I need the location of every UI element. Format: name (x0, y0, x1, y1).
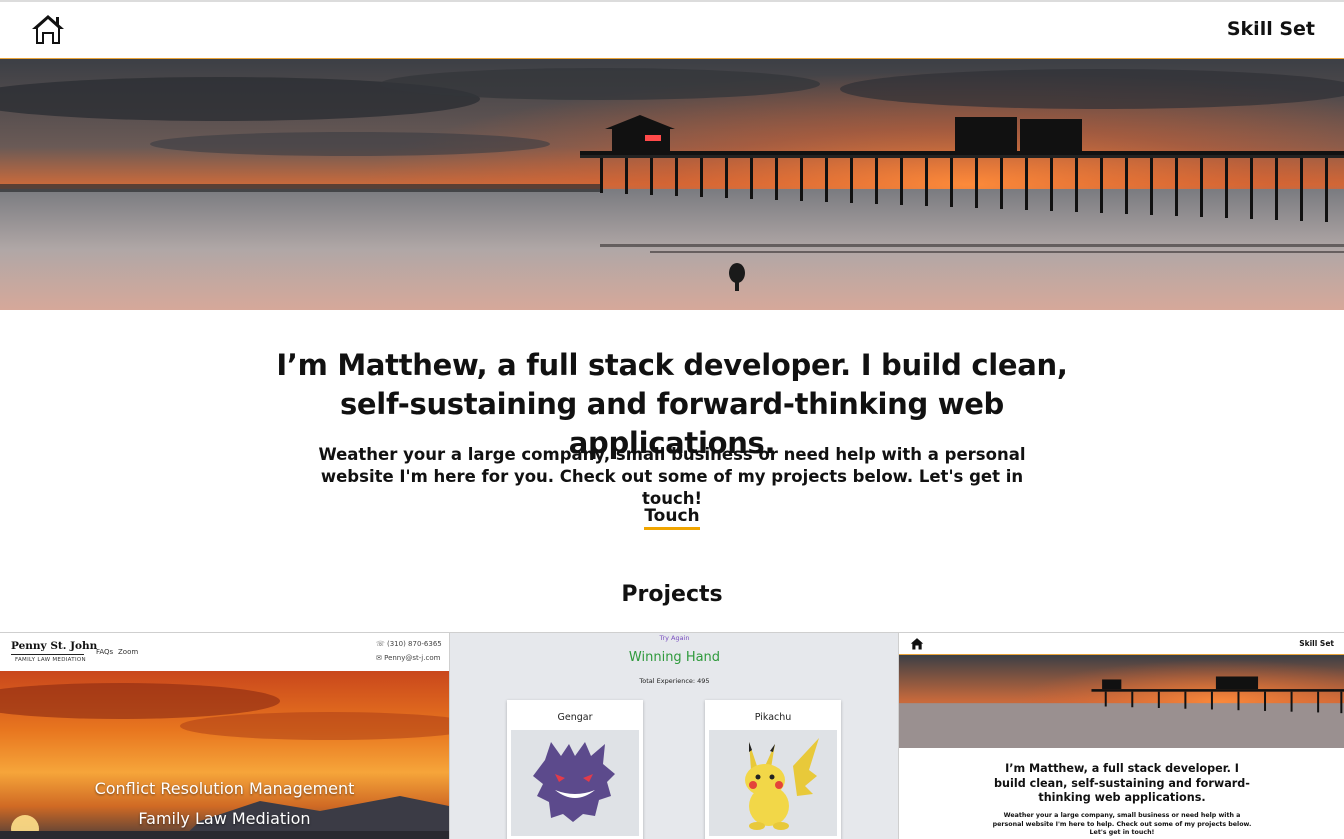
try-again-link: Try Again (659, 634, 690, 642)
home-icon (910, 638, 924, 650)
home-link[interactable] (30, 12, 66, 48)
preview-skill-set-link: Skill Set (1299, 639, 1334, 648)
pokemon-name: Gengar (557, 712, 593, 723)
project-preview-subtitle: FAMILY LAW MEDIATION (15, 657, 86, 663)
preview-tagline-1: Conflict Resolution Management (94, 779, 355, 798)
preview-hero-image (899, 655, 1344, 748)
preview-phone: ☏ (310) 870-6365 (376, 640, 442, 648)
nav-skill-set-link[interactable]: Skill Set (1227, 18, 1315, 40)
pikachu-sprite (745, 738, 819, 830)
contact-cta: Touch (622, 506, 722, 530)
preview-subtext: Weather your a large company, small busi… (992, 812, 1252, 836)
preview-email: ✉ Penny@st-j.com (376, 654, 440, 662)
project-card-penny-st-john[interactable]: Penny St. John FAMILY LAW MEDIATION FAQs… (0, 632, 449, 839)
pokemon-card-pikachu: Pikachu (705, 700, 841, 839)
preview-nav-faqs: FAQs (96, 648, 114, 656)
preview-phone-text: (310) 870-6365 (386, 640, 442, 648)
project-card-portfolio[interactable]: Skill Set I’m Matthew, a full stack deve… (898, 632, 1344, 839)
phone-icon: ☏ (376, 640, 387, 648)
total-experience: Total Experience: 495 (639, 677, 710, 685)
gengar-sprite (533, 742, 615, 822)
project-preview-header: Penny St. John FAMILY LAW MEDIATION FAQs… (0, 633, 449, 671)
pokemon-card-gengar: Gengar (507, 700, 643, 839)
mail-icon: ✉ (376, 654, 385, 662)
project-card-pokemon-game[interactable]: Try Again Winning Hand Total Experience:… (449, 632, 898, 839)
preview-navbar: Skill Set (899, 633, 1344, 655)
preview-headline: I’m Matthew, a full stack developer. I b… (994, 762, 1250, 804)
pokemon-name: Pikachu (754, 712, 792, 723)
intro-subtext: Weather your a large company, small busi… (318, 445, 1026, 508)
touch-link[interactable]: Touch (644, 506, 700, 530)
hero-image (0, 59, 1344, 310)
projects-heading: Projects (621, 582, 723, 607)
pokemon-image-frame (709, 730, 837, 836)
game-result-title: Winning Hand (628, 650, 721, 665)
pokemon-image-frame (511, 730, 639, 836)
divider (11, 654, 84, 655)
preview-nav-zoom: Zoom (118, 648, 139, 656)
top-navbar: Skill Set (0, 2, 1344, 59)
preview-tagline-2: Family Law Mediation (138, 809, 311, 828)
hero-banner (0, 59, 1344, 310)
home-icon (32, 15, 64, 44)
preview-email-text: Penny@st-j.com (384, 654, 441, 662)
project-preview-name: Penny St. John (11, 640, 98, 652)
